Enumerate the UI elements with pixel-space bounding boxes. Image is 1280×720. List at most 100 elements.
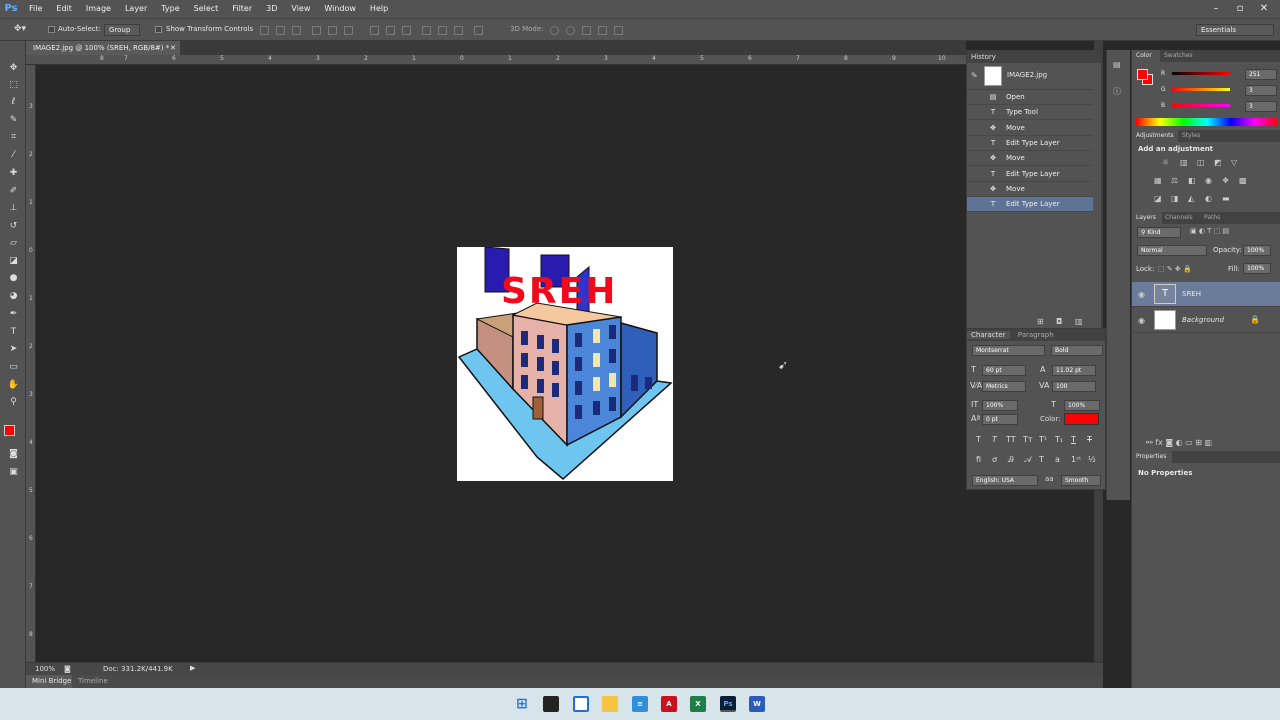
font-style-dropdown[interactable]: Bold (1051, 345, 1103, 356)
layer-filter-kind-dropdown[interactable]: ⚲ Kind (1137, 227, 1181, 238)
quick-select-tool-icon[interactable]: ✎ (7, 115, 20, 126)
acrobat-icon[interactable]: A (661, 696, 677, 712)
history-item[interactable]: T Edit Type Layer (967, 167, 1093, 182)
eyedropper-tool-icon[interactable]: ⁄ (7, 150, 20, 161)
opacity-field[interactable]: 100% (1243, 245, 1271, 256)
status-menu-arrow-icon[interactable]: ▶ (190, 664, 195, 672)
clone-stamp-tool-icon[interactable]: ⊥ (7, 203, 20, 214)
tab-styles[interactable]: Styles (1182, 130, 1200, 142)
selective-color-icon[interactable]: ◐ (1205, 194, 1212, 203)
menu-view[interactable]: View (284, 0, 317, 18)
tab-adjustments[interactable]: Adjustments (1132, 130, 1178, 142)
excel-icon[interactable]: X (690, 696, 706, 712)
dodge-tool-icon[interactable]: ◕ (7, 291, 20, 302)
quick-mask-icon[interactable]: ◙ (7, 449, 20, 460)
tab-mini-bridge[interactable]: Mini Bridge (26, 675, 72, 688)
photo-filter-icon[interactable]: ◉ (1205, 176, 1212, 185)
color-balance-icon[interactable]: ⚖ (1171, 176, 1178, 185)
gradient-map-icon[interactable]: ▬ (1222, 194, 1230, 203)
screen-mode-icon[interactable]: ▣ (7, 467, 20, 478)
horizontal-scale-field[interactable]: 100% (1064, 400, 1100, 411)
history-item[interactable]: ▤ Open (967, 90, 1093, 105)
marquee-tool-icon[interactable]: ⬚ (7, 80, 20, 91)
red-value-field[interactable]: 251 (1245, 69, 1277, 80)
healing-brush-tool-icon[interactable]: ✚ (7, 168, 20, 179)
tab-paragraph[interactable]: Paragraph (1018, 331, 1054, 339)
distribute-hcenter-icon[interactable] (438, 26, 447, 35)
threshold-icon[interactable]: ◭ (1188, 194, 1194, 203)
snap-icon[interactable] (573, 696, 589, 712)
pen-tool-icon[interactable]: ✒ (7, 309, 20, 320)
vertical-scale-field[interactable]: 100% (982, 400, 1018, 411)
invert-icon[interactable]: ◪ (1154, 194, 1162, 203)
group-dropdown[interactable]: Group (104, 24, 140, 36)
menu-layer[interactable]: Layer (118, 0, 154, 18)
zoom-level[interactable]: 100% (35, 665, 55, 673)
zoom-tool-icon[interactable]: ⚲ (7, 397, 20, 408)
brightness-contrast-icon[interactable]: ☼ (1162, 158, 1169, 167)
document-canvas[interactable]: SREH (457, 246, 673, 481)
menu-image[interactable]: Image (79, 0, 118, 18)
notepad-icon[interactable]: ≡ (632, 696, 648, 712)
paint-bucket-tool-icon[interactable]: ◪ (7, 256, 20, 267)
all-caps-icon[interactable]: TT (1006, 435, 1016, 444)
channel-mixer-icon[interactable]: ❖ (1222, 176, 1229, 185)
visibility-eye-icon[interactable]: ◉ (1138, 316, 1145, 325)
distribute-left-icon[interactable] (422, 26, 431, 35)
vibrance-icon[interactable]: ▽ (1231, 158, 1237, 167)
close-icon[interactable]: ✕ (1252, 0, 1276, 18)
workspace-dropdown[interactable]: Essentials (1196, 24, 1274, 36)
align-right-icon[interactable] (344, 26, 353, 35)
menu-edit[interactable]: Edit (49, 0, 79, 18)
underline-icon[interactable]: T (1071, 435, 1076, 444)
antialias-dropdown[interactable]: Smooth (1061, 475, 1101, 486)
layer-row-selected[interactable]: ◉ T SREH (1132, 282, 1280, 307)
file-explorer-icon[interactable] (602, 696, 618, 712)
align-vcenter-icon[interactable] (276, 26, 285, 35)
tab-layers[interactable]: Layers (1132, 212, 1162, 224)
windows-start-icon[interactable]: ⊞ (514, 696, 530, 712)
red-slider[interactable] (1172, 72, 1230, 75)
tab-character[interactable]: Character (967, 331, 1010, 339)
strikethrough-icon[interactable]: T (1087, 435, 1092, 444)
history-brush-tool-icon[interactable]: ↺ (7, 221, 20, 232)
history-item[interactable]: ✥ Move (967, 121, 1093, 136)
menu-select[interactable]: Select (187, 0, 226, 18)
layer-bottom-icons[interactable]: ⚯ fx ◙ ◐ ▭ ⊞ ▥ (1146, 438, 1212, 447)
layer-filter-icons[interactable]: ▣ ◐ T ⬚ ▤ (1190, 227, 1229, 235)
superscript-icon[interactable]: T¹ (1039, 435, 1047, 444)
color-spectrum-bar[interactable] (1136, 118, 1278, 126)
align-hcenter-icon[interactable] (328, 26, 337, 35)
3d-pan-icon[interactable] (582, 26, 591, 35)
distribute-vcenter-icon[interactable] (386, 26, 395, 35)
3d-slide-icon[interactable] (598, 26, 607, 35)
menu-file[interactable]: File (22, 0, 49, 18)
tab-channels[interactable]: Channels (1165, 212, 1193, 224)
info-panel-icon[interactable]: ⓘ (1113, 86, 1121, 97)
move-tool-preset-icon[interactable]: ✥▾ (14, 24, 26, 34)
hue-saturation-icon[interactable]: ▦ (1154, 176, 1162, 185)
history-item[interactable]: T Edit Type Layer (967, 136, 1093, 151)
ligatures-icon[interactable]: ﬁ (976, 455, 981, 464)
font-family-dropdown[interactable]: Montserrat (972, 345, 1045, 356)
show-transform-checkbox[interactable] (155, 26, 162, 33)
tab-paths[interactable]: Paths (1204, 212, 1220, 224)
align-bottom-icon[interactable] (292, 26, 301, 35)
menu-window[interactable]: Window (317, 0, 363, 18)
distribute-top-icon[interactable] (370, 26, 379, 35)
delete-state-icon[interactable]: ▥ (1075, 317, 1083, 326)
new-snapshot-icon[interactable]: ◘ (1056, 317, 1062, 326)
crop-tool-icon[interactable]: ⌗ (7, 132, 20, 143)
tab-timeline[interactable]: Timeline (78, 675, 108, 688)
history-item[interactable]: ✥ Move (967, 151, 1093, 166)
align-top-icon[interactable] (260, 26, 269, 35)
history-item[interactable]: T Type Tool (967, 105, 1093, 120)
ordinals-icon[interactable]: a (1055, 455, 1060, 464)
hand-tool-icon[interactable]: ✋ (7, 380, 20, 391)
3d-rotate-icon[interactable] (550, 26, 559, 35)
document-tab[interactable]: IMAGE2.jpg @ 100% (SREH, RGB/8#) * ✕ (26, 41, 180, 55)
auto-align-icon[interactable] (474, 26, 483, 35)
tab-properties[interactable]: Properties (1132, 451, 1172, 463)
text-color-swatch[interactable] (1064, 413, 1099, 425)
ordinal-st-icon[interactable]: 1ˢᵗ (1071, 455, 1081, 464)
